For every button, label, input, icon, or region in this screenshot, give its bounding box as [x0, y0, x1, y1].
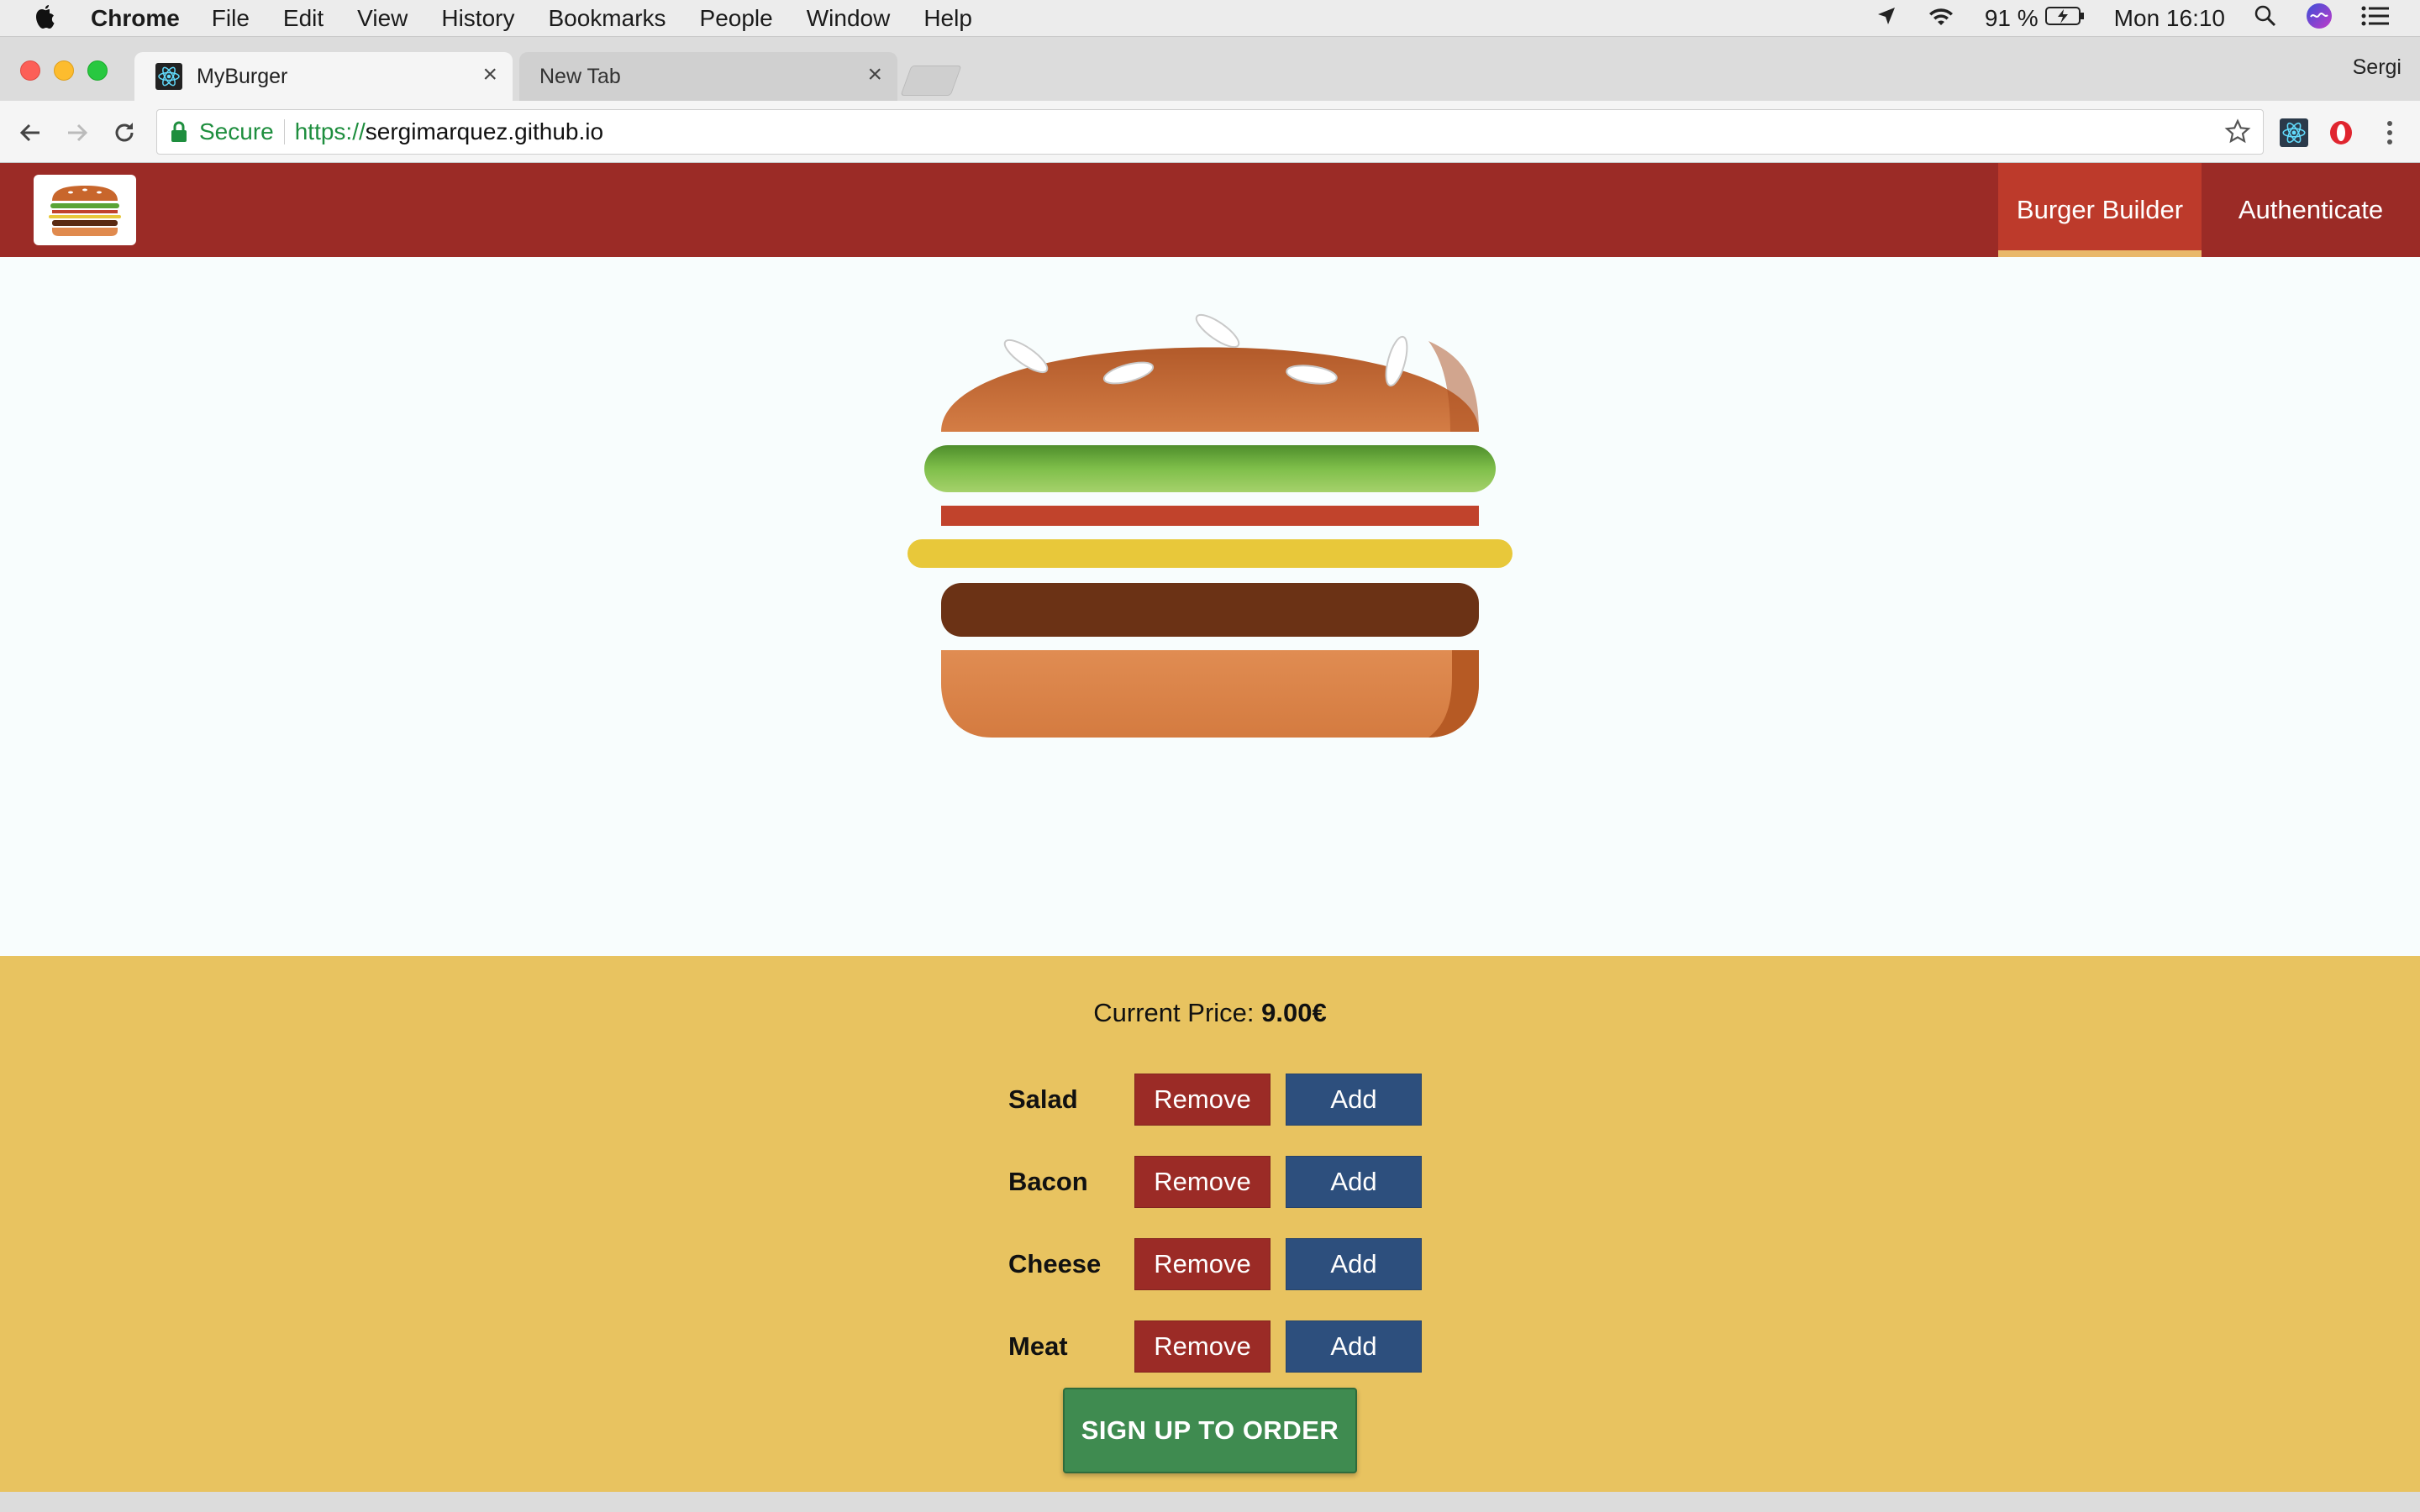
- react-devtools-extension-icon[interactable]: [2279, 118, 2309, 148]
- remove-salad-button[interactable]: Remove: [1134, 1074, 1270, 1126]
- zoom-window-button[interactable]: [87, 60, 108, 81]
- siri-icon[interactable]: [2306, 3, 2333, 35]
- forward-arrow-icon[interactable]: [60, 116, 94, 150]
- url-scheme: https://: [294, 118, 366, 144]
- location-arrow-icon[interactable]: [1876, 5, 1897, 33]
- tab-myburger[interactable]: MyBurger ×: [134, 52, 513, 101]
- minimize-window-button[interactable]: [54, 60, 74, 81]
- battery-charging-icon[interactable]: [2044, 5, 2086, 33]
- menu-window[interactable]: Window: [807, 5, 891, 32]
- sign-up-to-order-button[interactable]: SIGN UP TO ORDER: [1063, 1388, 1357, 1473]
- notification-center-icon[interactable]: [2361, 5, 2390, 33]
- browser-toolbar: Secure https:// sergimarquez.github.io: [0, 101, 2420, 163]
- remove-meat-button[interactable]: Remove: [1134, 1320, 1270, 1373]
- close-tab-icon[interactable]: ×: [482, 60, 497, 89]
- nav-burger-builder[interactable]: Burger Builder: [1998, 163, 2202, 257]
- address-separator: [283, 119, 285, 144]
- reload-icon[interactable]: [108, 116, 141, 150]
- react-favicon-icon: [155, 62, 183, 91]
- tab-title: New Tab: [539, 64, 621, 88]
- menu-history[interactable]: History: [441, 5, 514, 32]
- ingredient-label: Meat: [1008, 1331, 1068, 1361]
- cheese-layer: [908, 539, 1512, 568]
- bread-top: [941, 313, 1479, 432]
- menu-people[interactable]: People: [700, 5, 773, 32]
- battery-percentage: 91 %: [1984, 5, 2039, 31]
- burger-logo[interactable]: [34, 175, 136, 245]
- wifi-icon[interactable]: [1926, 4, 1956, 34]
- control-row-meat: Meat Remove Add: [1008, 1320, 1437, 1373]
- price-label: Current Price:: [1093, 998, 1255, 1027]
- apple-icon[interactable]: [32, 0, 66, 37]
- chrome-menu-icon[interactable]: [2375, 118, 2405, 148]
- window-controls: [20, 60, 108, 81]
- window-bottom-edge: [0, 1492, 2420, 1512]
- ingredient-label: Bacon: [1008, 1167, 1088, 1196]
- bookmark-star-icon[interactable]: [2224, 118, 2251, 145]
- macos-menu-bar: Chrome File Edit View History Bookmarks …: [0, 0, 2420, 37]
- add-meat-button[interactable]: Add: [1286, 1320, 1422, 1373]
- burger-preview: [0, 257, 2420, 956]
- meat-layer: [941, 583, 1479, 637]
- address-bar[interactable]: Secure https:// sergimarquez.github.io: [156, 109, 2264, 155]
- build-controls: Current Price: 9.00€ Salad Remove Add Ba…: [0, 956, 2420, 1492]
- add-cheese-button[interactable]: Add: [1286, 1238, 1422, 1290]
- menu-bookmarks[interactable]: Bookmarks: [548, 5, 666, 32]
- menu-file[interactable]: File: [212, 5, 250, 32]
- current-price: Current Price: 9.00€: [0, 998, 2420, 1028]
- url-host: sergimarquez.github.io: [365, 118, 604, 144]
- tab-new-tab[interactable]: New Tab ×: [519, 52, 897, 101]
- remove-cheese-button[interactable]: Remove: [1134, 1238, 1270, 1290]
- new-tab-button[interactable]: [900, 66, 962, 96]
- spotlight-search-icon[interactable]: [2254, 4, 2277, 34]
- bacon-layer: [941, 506, 1479, 526]
- ingredient-label: Cheese: [1008, 1249, 1102, 1278]
- control-row-cheese: Cheese Remove Add: [1008, 1238, 1437, 1290]
- menu-clock[interactable]: Mon 16:10: [2114, 5, 2225, 32]
- tab-title: MyBurger: [197, 64, 288, 88]
- remove-bacon-button[interactable]: Remove: [1134, 1156, 1270, 1208]
- app-toolbar: Burger Builder Authenticate: [0, 163, 2420, 257]
- secure-label[interactable]: Secure: [199, 118, 274, 145]
- control-row-salad: Salad Remove Add: [1008, 1074, 1437, 1126]
- profile-name[interactable]: Sergi: [2353, 55, 2402, 80]
- menu-edit[interactable]: Edit: [283, 5, 324, 32]
- add-salad-button[interactable]: Add: [1286, 1074, 1422, 1126]
- bread-bottom: [941, 650, 1479, 738]
- menu-help[interactable]: Help: [923, 5, 972, 32]
- close-window-button[interactable]: [20, 60, 40, 81]
- price-value: 9.00€: [1261, 998, 1327, 1027]
- control-row-bacon: Bacon Remove Add: [1008, 1156, 1437, 1208]
- add-bacon-button[interactable]: Add: [1286, 1156, 1422, 1208]
- close-tab-icon[interactable]: ×: [867, 60, 882, 89]
- opera-extension-icon[interactable]: [2326, 118, 2356, 148]
- lock-icon[interactable]: [171, 120, 189, 144]
- ingredient-label: Salad: [1008, 1084, 1078, 1114]
- menu-view[interactable]: View: [357, 5, 408, 32]
- browser-tab-strip: MyBurger × New Tab × Sergi: [0, 37, 2420, 101]
- salad-layer: [924, 445, 1496, 492]
- menu-app-name[interactable]: Chrome: [91, 5, 180, 32]
- back-arrow-icon[interactable]: [13, 116, 47, 150]
- nav-authenticate[interactable]: Authenticate: [2202, 163, 2420, 257]
